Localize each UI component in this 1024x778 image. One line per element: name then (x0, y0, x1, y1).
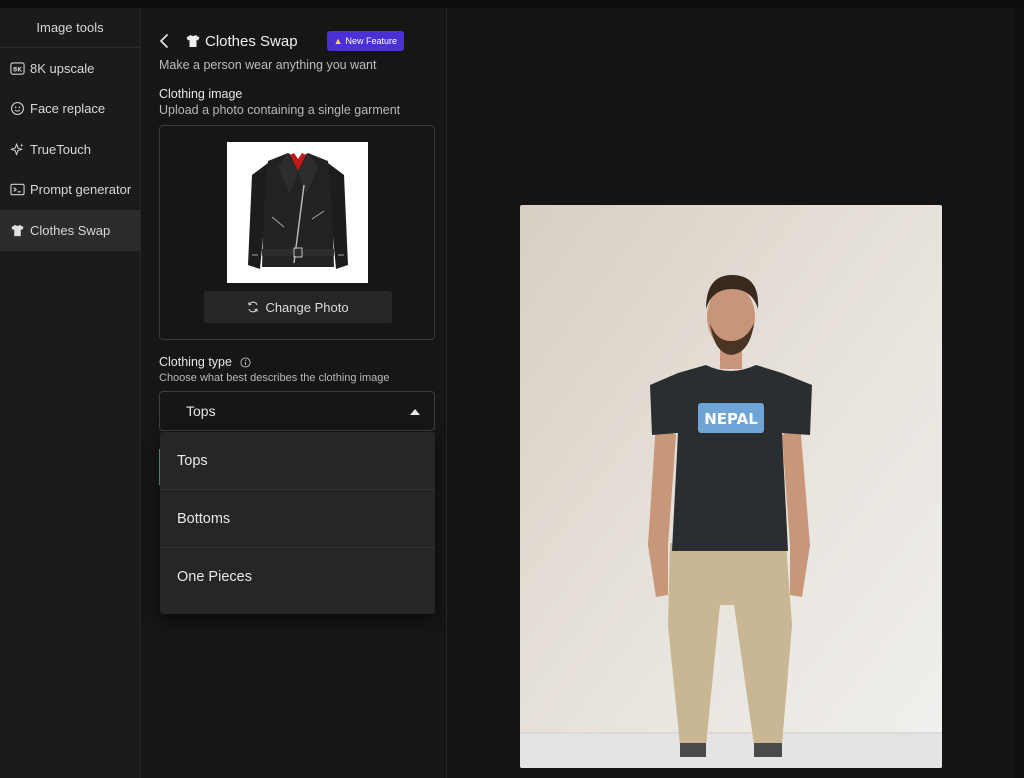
terminal-icon (9, 182, 25, 198)
sidebar-item-label: Clothes Swap (30, 222, 111, 238)
sidebar-item-face-replace[interactable]: Face replace (0, 89, 140, 130)
leather-jacket-image (247, 152, 348, 269)
back-arrow-icon[interactable] (159, 32, 173, 50)
clothing-type-help: Choose what best describes the clothing … (159, 372, 390, 384)
info-icon[interactable] (240, 357, 252, 368)
clothing-type-selected: Tops (186, 403, 216, 419)
clothing-type-label-row: Clothing type (159, 355, 252, 369)
svg-text:8K: 8K (13, 66, 22, 73)
party-icon: ▲ (333, 36, 343, 46)
clothing-type-dropdown: Tops Bottoms One Pieces (160, 432, 435, 614)
dropdown-option-tops[interactable]: Tops (160, 432, 435, 490)
clothing-type-select[interactable]: Tops (159, 391, 435, 431)
sidebar-item-8k-upscale[interactable]: 8K 8K upscale (0, 48, 140, 89)
new-feature-badge: ▲ New Feature (326, 31, 405, 51)
right-edge (1014, 8, 1024, 778)
svg-text:NEPAL: NEPAL (704, 410, 758, 428)
clothing-image-label: Clothing image (159, 87, 243, 101)
sidebar-item-prompt-generator[interactable]: Prompt generator (0, 170, 140, 211)
sidebar-title: Image tools (0, 8, 140, 48)
caret-up-icon (410, 409, 420, 415)
clothing-type-label: Clothing type (159, 355, 232, 369)
sidebar: Image tools 8K 8K upscale Face replace T… (0, 8, 141, 778)
change-photo-button[interactable]: Change Photo (204, 291, 392, 323)
shirt-icon (185, 33, 201, 49)
clothing-image-help: Upload a photo containing a single garme… (159, 103, 401, 117)
clothing-image-upload[interactable]: Change Photo (159, 125, 435, 340)
panel-subtitle: Make a person wear anything you want (159, 58, 377, 72)
8k-icon: 8K (9, 60, 25, 76)
page-title: Clothes Swap (205, 32, 298, 50)
clothes-swap-panel: Clothes Swap ▲ New Feature Make a person… (142, 8, 447, 778)
sidebar-item-label: Face replace (30, 101, 106, 117)
sidebar-item-label: TrueTouch (30, 141, 91, 157)
dropdown-option-one-pieces[interactable]: One Pieces (160, 548, 435, 606)
panel-header: Clothes Swap ▲ New Feature (159, 31, 405, 51)
smiley-icon (9, 101, 25, 117)
sidebar-item-label: 8K upscale (30, 60, 95, 76)
garment-preview (227, 142, 368, 283)
sidebar-item-label: Prompt generator (30, 182, 132, 198)
person-photo: NEPAL (520, 205, 942, 768)
person-image: NEPAL (520, 205, 942, 768)
refresh-icon (247, 301, 259, 313)
badge-label: New Feature (345, 36, 398, 46)
change-photo-label: Change Photo (265, 299, 349, 315)
shirt-icon (9, 222, 25, 238)
sidebar-item-clothes-swap[interactable]: Clothes Swap (0, 210, 140, 251)
dropdown-option-bottoms[interactable]: Bottoms (160, 490, 435, 548)
sidebar-item-truetouch[interactable]: TrueTouch (0, 129, 140, 170)
top-strip (0, 0, 1024, 8)
sparkle-icon (9, 141, 25, 157)
